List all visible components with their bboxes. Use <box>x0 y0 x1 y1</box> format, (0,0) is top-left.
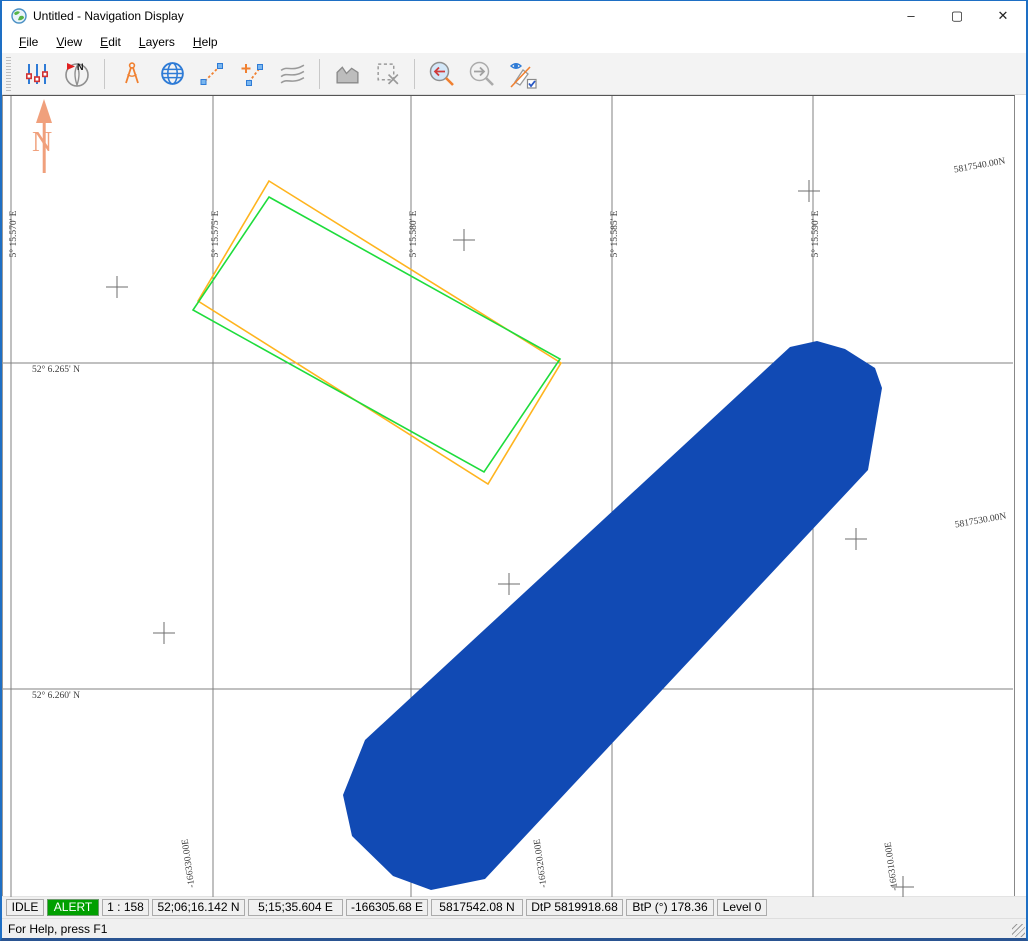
status-bar: IDLE ALERT 1 : 158 52;06;16.142 N 5;15;3… <box>2 896 1026 918</box>
svg-text:5° 15.585' E: 5° 15.585' E <box>609 210 620 257</box>
zoom-next-icon <box>468 60 496 88</box>
menu-view[interactable]: View <box>47 32 91 52</box>
divider-compass-icon <box>119 61 145 87</box>
status-level: Level 0 <box>717 899 767 916</box>
svg-text:5° 15.570' E: 5° 15.570' E <box>8 210 19 257</box>
menu-layers[interactable]: Layers <box>130 32 184 52</box>
globe-icon <box>159 60 186 87</box>
measure-line-button[interactable] <box>194 56 230 92</box>
svg-text:52° 6.265' N: 52° 6.265' N <box>32 364 80 375</box>
compass-icon: N <box>63 60 91 88</box>
svg-text:-166330.00E: -166330.00E <box>181 838 198 888</box>
svg-text:5° 15.580' E: 5° 15.580' E <box>408 210 419 257</box>
latitude-labels: 52° 6.265' N 52° 6.260' N <box>32 364 80 701</box>
menu-help[interactable]: Help <box>184 32 227 52</box>
svg-text:5° 15.575' E: 5° 15.575' E <box>210 210 221 257</box>
longitude-labels: 5° 15.570' E 5° 15.575' E 5° 15.580' E 5° 1… <box>8 210 821 257</box>
status-alert: ALERT <box>47 899 99 916</box>
help-text: For Help, press F1 <box>8 922 107 936</box>
easting-labels: -166330.00E -166320.00E -166310.00E <box>181 838 901 891</box>
toolbar-separator <box>104 59 105 89</box>
view-options-button[interactable] <box>504 56 540 92</box>
clear-selection-button[interactable] <box>369 56 405 92</box>
svg-text:5817540.00N: 5817540.00N <box>953 157 1006 176</box>
map-canvas[interactable]: 5° 15.570' E 5° 15.575' E 5° 15.580' E 5° 1… <box>3 96 1013 897</box>
display-settings-button[interactable] <box>19 56 55 92</box>
toolbar-separator <box>414 59 415 89</box>
next-view-button[interactable] <box>464 56 500 92</box>
svg-text:5° 15.590' E: 5° 15.590' E <box>810 210 821 257</box>
add-vertex-button[interactable] <box>234 56 270 92</box>
status-scale: 1 : 158 <box>102 899 149 916</box>
toolbar: N <box>2 53 1026 95</box>
close-button[interactable]: ✕ <box>980 1 1026 30</box>
deselect-icon <box>374 60 401 87</box>
waves-icon <box>279 60 306 87</box>
minimize-button[interactable]: – <box>888 1 934 30</box>
status-dtp: DtP 5819918.68 <box>526 899 623 916</box>
north-arrow: N <box>32 99 52 173</box>
area-chart-icon <box>334 60 361 87</box>
view-edit-checkbox-icon <box>507 59 537 89</box>
status-latitude: 52;06;16.142 N <box>152 899 245 916</box>
svg-text:-166310.00E: -166310.00E <box>884 841 901 891</box>
add-vertex-icon <box>239 61 265 87</box>
menu-edit[interactable]: Edit <box>91 32 130 52</box>
distance-tool-button[interactable] <box>114 56 150 92</box>
help-bar: For Help, press F1 <box>2 918 1026 938</box>
title-bar: Untitled - Navigation Display – ▢ ✕ <box>2 1 1026 30</box>
status-mode: IDLE <box>6 899 44 916</box>
app-globe-icon <box>11 8 27 24</box>
contour-lines-button[interactable] <box>274 56 310 92</box>
previous-view-button[interactable] <box>424 56 460 92</box>
svg-text:N: N <box>77 62 84 72</box>
toolbar-grip[interactable] <box>6 57 11 91</box>
zoom-previous-icon <box>428 60 456 88</box>
toolbar-separator <box>319 59 320 89</box>
globe-button[interactable] <box>154 56 190 92</box>
status-easting: -166305.68 E <box>346 899 428 916</box>
svg-text:5817530.00N: 5817530.00N <box>954 512 1007 531</box>
window-title: Untitled - Navigation Display <box>33 9 184 23</box>
plan-outline-green <box>193 197 560 472</box>
app-window: Untitled - Navigation Display – ▢ ✕ File… <box>0 0 1028 941</box>
maximize-button[interactable]: ▢ <box>934 1 980 30</box>
status-longitude: 5;15;35.604 E <box>248 899 343 916</box>
svg-text:N: N <box>32 127 52 158</box>
sliders-icon <box>24 61 50 87</box>
menu-bar: File View Edit Layers Help <box>2 30 1026 53</box>
menu-file[interactable]: File <box>10 32 47 52</box>
northing-labels: 5817540.00N 5817530.00N <box>953 157 1007 531</box>
svg-text:-166320.00E: -166320.00E <box>533 838 550 888</box>
resize-grip[interactable] <box>1012 924 1025 937</box>
map-area: 5° 15.570' E 5° 15.575' E 5° 15.580' E 5° 1… <box>2 95 1015 896</box>
svg-text:52° 6.260' N: 52° 6.260' N <box>32 690 80 701</box>
area-chart-button[interactable] <box>329 56 365 92</box>
compass-button[interactable]: N <box>59 56 95 92</box>
status-btp: BtP (°) 178.36 <box>626 899 714 916</box>
measure-line-icon <box>199 61 225 87</box>
status-northing: 5817542.08 N <box>431 899 523 916</box>
